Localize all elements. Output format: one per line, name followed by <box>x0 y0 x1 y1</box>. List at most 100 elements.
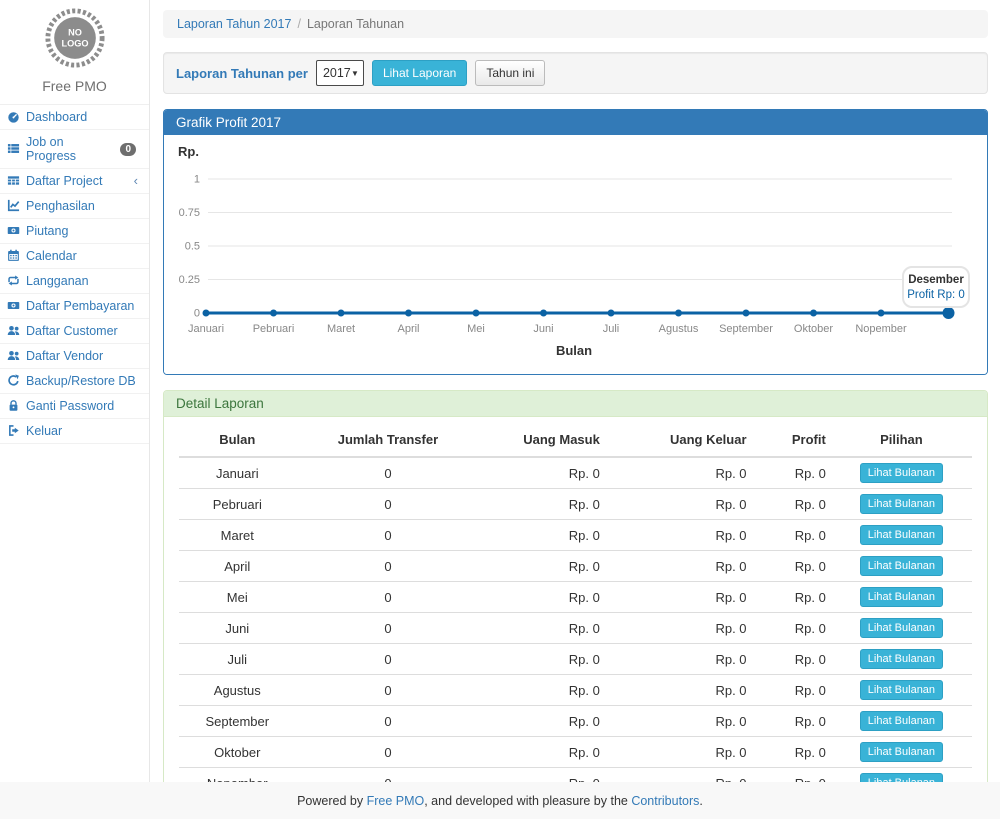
cell-uang_masuk: Rp. 0 <box>480 675 605 706</box>
data-point-juli[interactable] <box>608 310 615 317</box>
data-point-nopember[interactable] <box>878 310 885 317</box>
cell-jumlah_transfer: 0 <box>296 489 481 520</box>
x-tick-label-agustus: Agustus <box>659 323 699 335</box>
footer-link-free-pmo[interactable]: Free PMO <box>367 794 425 808</box>
svg-text:LOGO: LOGO <box>61 39 88 49</box>
cell-uang_keluar: Rp. 0 <box>605 551 752 582</box>
footer-text-suffix: . <box>699 794 702 808</box>
retweet-icon <box>7 274 20 287</box>
sidebar-item-label: Job on Progress <box>26 135 115 163</box>
lihat-bulanan-button-september[interactable]: Lihat Bulanan <box>860 711 943 731</box>
data-point-pebruari[interactable] <box>270 310 277 317</box>
data-point-januari[interactable] <box>203 310 210 317</box>
cell-uang_keluar: Rp. 0 <box>605 644 752 675</box>
cell-profit: Rp. 0 <box>752 613 831 644</box>
y-tick-label: 0.5 <box>185 241 200 253</box>
footer-text-middle: , and developed with pleasure by the <box>424 794 631 808</box>
x-tick-label-april: April <box>397 323 419 335</box>
money-icon <box>7 224 20 237</box>
cell-uang_keluar: Rp. 0 <box>605 582 752 613</box>
table-row: Agustus0Rp. 0Rp. 0Rp. 0Lihat Bulanan <box>179 675 972 706</box>
table-header-row: BulanJumlah TransferUang MasukUang Kelua… <box>179 423 972 457</box>
y-tick-label: 0.75 <box>179 207 200 219</box>
calendar-icon <box>7 249 20 262</box>
cell-uang_keluar: Rp. 0 <box>605 520 752 551</box>
lihat-bulanan-button-pebruari[interactable]: Lihat Bulanan <box>860 494 943 514</box>
lihat-bulanan-button-oktober[interactable]: Lihat Bulanan <box>860 742 943 762</box>
data-point-agustus[interactable] <box>675 310 682 317</box>
sidebar-item-langganan[interactable]: Langganan <box>0 269 149 294</box>
logo-block[interactable]: NO LOGO Free PMO <box>0 0 149 94</box>
cell-uang_keluar: Rp. 0 <box>605 613 752 644</box>
data-point-maret[interactable] <box>338 310 345 317</box>
brand-name: Free PMO <box>0 78 149 94</box>
data-point-april[interactable] <box>405 310 412 317</box>
table-row: Maret0Rp. 0Rp. 0Rp. 0Lihat Bulanan <box>179 520 972 551</box>
users-icon <box>7 324 20 337</box>
breadcrumb-link-laporan-tahun[interactable]: Laporan Tahun 2017 <box>177 17 291 31</box>
x-tick-label-september: September <box>719 323 773 335</box>
breadcrumb-current: Laporan Tahunan <box>307 17 404 31</box>
cell-uang_masuk: Rp. 0 <box>480 613 605 644</box>
cell-jumlah_transfer: 0 <box>296 737 481 768</box>
cell-pilihan: Lihat Bulanan <box>831 520 972 551</box>
lihat-bulanan-button-mei[interactable]: Lihat Bulanan <box>860 587 943 607</box>
cell-profit: Rp. 0 <box>752 582 831 613</box>
y-tick-label: 0.25 <box>179 274 200 286</box>
lihat-bulanan-button-maret[interactable]: Lihat Bulanan <box>860 525 943 545</box>
main-content: Laporan Tahun 2017/Laporan Tahunan Lapor… <box>150 0 1000 782</box>
sidebar-item-penghasilan[interactable]: Penghasilan <box>0 194 149 219</box>
lihat-bulanan-button-juni[interactable]: Lihat Bulanan <box>860 618 943 638</box>
sidebar-item-calendar[interactable]: Calendar <box>0 244 149 269</box>
lihat-laporan-button[interactable]: Lihat Laporan <box>372 60 467 86</box>
cell-pilihan: Lihat Bulanan <box>831 706 972 737</box>
report-filter-bar: Laporan Tahunan per 2017 ▼ Lihat Laporan… <box>163 52 988 94</box>
lock-icon <box>7 399 20 412</box>
sidebar-item-piutang[interactable]: Piutang <box>0 219 149 244</box>
no-logo-icon: NO LOGO <box>44 7 106 69</box>
cell-pilihan: Lihat Bulanan <box>831 582 972 613</box>
data-point-mei[interactable] <box>473 310 480 317</box>
sidebar-item-daftar-vendor[interactable]: Daftar Vendor <box>0 344 149 369</box>
sidebar-item-dashboard[interactable]: Dashboard <box>0 105 149 130</box>
data-point-juni[interactable] <box>540 310 547 317</box>
sidebar-item-daftar-project[interactable]: Daftar Project‹ <box>0 169 149 194</box>
cell-profit: Rp. 0 <box>752 675 831 706</box>
cell-bulan: Pebruari <box>179 489 296 520</box>
sidebar-item-daftar-pembayaran[interactable]: Daftar Pembayaran <box>0 294 149 319</box>
sidebar-item-label: Daftar Vendor <box>26 349 103 363</box>
cell-uang_masuk: Rp. 0 <box>480 706 605 737</box>
sidebar-item-backup-restore-db[interactable]: Backup/Restore DB <box>0 369 149 394</box>
column-header-profit: Profit <box>752 423 831 457</box>
sidebar-item-job-on-progress[interactable]: Job on Progress0 <box>0 130 149 169</box>
cell-bulan: Oktober <box>179 737 296 768</box>
data-point-september[interactable] <box>743 310 750 317</box>
cell-uang_keluar: Rp. 0 <box>605 675 752 706</box>
detail-laporan-panel: Detail Laporan BulanJumlah TransferUang … <box>163 390 988 819</box>
cell-uang_masuk: Rp. 0 <box>480 737 605 768</box>
cell-bulan: Juni <box>179 613 296 644</box>
sidebar: NO LOGO Free PMO DashboardJob on Progres… <box>0 0 150 782</box>
lihat-bulanan-button-juli[interactable]: Lihat Bulanan <box>860 649 943 669</box>
app-window: NO LOGO Free PMO DashboardJob on Progres… <box>0 0 1000 819</box>
data-point-oktober[interactable] <box>810 310 817 317</box>
profit-line-chart[interactable]: Rp.10.750.50.250JanuariPebruariMaretApri… <box>176 143 975 365</box>
footer-link-contributors[interactable]: Contributors <box>631 794 699 808</box>
table-row: Januari0Rp. 0Rp. 0Rp. 0Lihat Bulanan <box>179 457 972 489</box>
lihat-bulanan-button-januari[interactable]: Lihat Bulanan <box>860 463 943 483</box>
chart-body: Rp.10.750.50.250JanuariPebruariMaretApri… <box>164 135 987 374</box>
cell-pilihan: Lihat Bulanan <box>831 551 972 582</box>
sidebar-menu: DashboardJob on Progress0Daftar Project‹… <box>0 104 149 444</box>
table-row: Mei0Rp. 0Rp. 0Rp. 0Lihat Bulanan <box>179 582 972 613</box>
y-tick-label: 0 <box>194 308 200 320</box>
sidebar-item-daftar-customer[interactable]: Daftar Customer <box>0 319 149 344</box>
cell-bulan: Januari <box>179 457 296 489</box>
lihat-bulanan-button-agustus[interactable]: Lihat Bulanan <box>860 680 943 700</box>
x-tick-label-mei: Mei <box>467 323 485 335</box>
year-select[interactable]: 2017 ▼ <box>316 60 364 86</box>
data-point-desember[interactable] <box>943 307 955 319</box>
tahun-ini-button[interactable]: Tahun ini <box>475 60 545 86</box>
sidebar-item-keluar[interactable]: Keluar <box>0 419 149 444</box>
lihat-bulanan-button-april[interactable]: Lihat Bulanan <box>860 556 943 576</box>
sidebar-item-ganti-password[interactable]: Ganti Password <box>0 394 149 419</box>
